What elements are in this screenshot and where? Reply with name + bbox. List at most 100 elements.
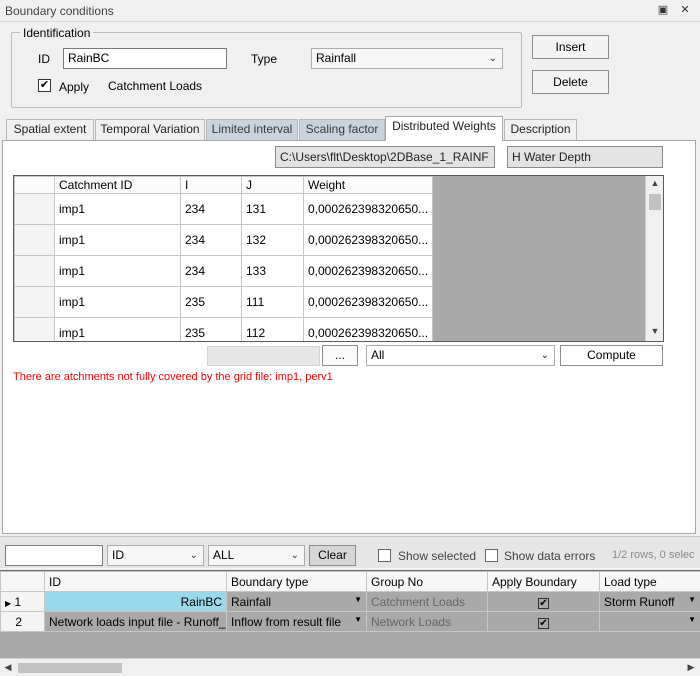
cell-j[interactable]: 131 — [241, 193, 304, 225]
col-header-weight[interactable]: Weight — [303, 176, 433, 194]
row-header[interactable]: 2 — [0, 611, 45, 632]
col-header-boundary-type[interactable]: Boundary type — [226, 571, 367, 592]
table-row[interactable]: imp1 235 111 0,000262398320650... — [14, 286, 433, 318]
current-row-marker: ▶ — [5, 598, 12, 608]
tab-temporal-variation[interactable]: Temporal Variation — [95, 119, 205, 140]
filter-column-select[interactable]: ID ⌄ — [107, 545, 204, 566]
cell-i[interactable]: 235 — [180, 286, 242, 318]
cell-catchment-id[interactable]: imp1 — [54, 193, 181, 225]
row-number: 2 — [15, 614, 23, 629]
cell-i[interactable]: 234 — [180, 224, 242, 256]
col-header-id[interactable]: ID — [44, 571, 227, 592]
col-header-catchment-id[interactable]: Catchment ID — [54, 176, 181, 194]
cell-load-type[interactable]: Storm Runoff ▼ — [599, 591, 700, 612]
identification-legend: Identification — [20, 26, 94, 40]
show-data-errors-checkbox[interactable] — [485, 549, 498, 562]
cell-id[interactable]: Network loads input file - Runoff_1 — [44, 611, 227, 632]
table-row[interactable]: imp1 234 131 0,000262398320650... — [14, 193, 433, 225]
title-bar: Boundary conditions ▣ ✕ — [0, 0, 700, 22]
compute-button[interactable]: Compute — [560, 345, 663, 366]
cell-load-type[interactable]: ▼ — [599, 611, 700, 632]
cell-apply-boundary[interactable]: ✔ — [487, 611, 600, 632]
row-header[interactable] — [14, 286, 55, 318]
weights-scroll-thumb[interactable] — [649, 194, 661, 210]
tab-distributed-weights[interactable]: Distributed Weights — [385, 116, 503, 141]
cell-j[interactable]: 112 — [241, 317, 304, 341]
cell-id[interactable]: RainBC — [44, 591, 227, 612]
apply-checkbox[interactable]: ✔ — [38, 79, 51, 92]
tab-description[interactable]: Description — [504, 119, 577, 140]
table-row[interactable]: ▶ 1 RainBC Rainfall ▼ Catchment Loads ✔ S… — [0, 591, 700, 612]
table-row[interactable]: imp1 234 133 0,000262398320650... — [14, 255, 433, 287]
scroll-left-icon[interactable]: ◀ — [3, 662, 13, 673]
clear-button[interactable]: Clear — [309, 545, 356, 566]
col-header-group-no[interactable]: Group No — [366, 571, 488, 592]
cell-j[interactable]: 133 — [241, 255, 304, 287]
weights-vertical-scrollbar[interactable]: ▲ ▼ — [645, 176, 663, 341]
chevron-down-icon: ⌄ — [189, 550, 198, 561]
col-header-apply-boundary[interactable]: Apply Boundary — [487, 571, 600, 592]
cell-catchment-id[interactable]: imp1 — [54, 224, 181, 256]
cell-boundary-type[interactable]: Rainfall ▼ — [226, 591, 367, 612]
cell-weight[interactable]: 0,000262398320650... — [303, 317, 433, 341]
row-header[interactable] — [14, 224, 55, 256]
cell-catchment-id[interactable]: imp1 — [54, 255, 181, 287]
cell-boundary-type[interactable]: Inflow from result file ▼ — [226, 611, 367, 632]
col-header-j[interactable]: J — [241, 176, 304, 194]
id-label: ID — [38, 52, 50, 66]
catchment-filter-value: All — [371, 348, 385, 362]
table-row[interactable]: imp1 235 112 0,000262398320650... — [14, 317, 433, 341]
col-header-i[interactable]: I — [180, 176, 242, 194]
boundary-scroll-thumb[interactable] — [18, 663, 122, 673]
catchment-loads-label: Catchment Loads — [108, 79, 203, 93]
catchment-filter-select[interactable]: All ⌄ — [366, 345, 555, 366]
delete-button[interactable]: Delete — [532, 70, 609, 94]
cell-i[interactable]: 235 — [180, 317, 242, 341]
row-count-status: 1/2 rows, 0 selec — [612, 549, 695, 561]
cell-apply-boundary[interactable]: ✔ — [487, 591, 600, 612]
scroll-down-icon[interactable]: ▼ — [646, 326, 663, 336]
show-selected-checkbox[interactable] — [378, 549, 391, 562]
cell-weight[interactable]: 0,000262398320650... — [303, 224, 433, 256]
scroll-right-icon[interactable]: ▶ — [686, 662, 696, 673]
insert-button[interactable]: Insert — [532, 35, 609, 59]
browse-button[interactable]: ... — [322, 345, 358, 366]
type-select[interactable]: Rainfall ⌄ — [311, 48, 503, 69]
table-row[interactable]: 2 Network loads input file - Runoff_1 In… — [0, 611, 700, 632]
row-header[interactable] — [14, 255, 55, 287]
filter-text-input[interactable] — [5, 545, 103, 566]
tab-spatial-extent[interactable]: Spatial extent — [6, 119, 94, 140]
cell-group-no[interactable]: Network Loads — [366, 611, 488, 632]
cell-catchment-id[interactable]: imp1 — [54, 286, 181, 318]
tab-limited-interval[interactable]: Limited interval — [206, 119, 298, 140]
weights-grid: Catchment ID I J Weight imp1 234 131 0,0… — [13, 175, 664, 342]
cell-group-no[interactable]: Catchment Loads — [366, 591, 488, 612]
cell-i[interactable]: 234 — [180, 255, 242, 287]
table-row[interactable]: imp1 234 132 0,000262398320650... — [14, 224, 433, 256]
tab-scaling-factor[interactable]: Scaling factor — [299, 119, 385, 140]
cell-weight[interactable]: 0,000262398320650... — [303, 193, 433, 225]
chevron-down-icon: ⌄ — [290, 550, 299, 561]
cell-catchment-id[interactable]: imp1 — [54, 317, 181, 341]
weights-header-row: Catchment ID I J Weight — [14, 176, 433, 194]
chevron-down-icon: ▼ — [688, 595, 696, 604]
row-header[interactable] — [14, 193, 55, 225]
scroll-up-icon[interactable]: ▲ — [646, 178, 663, 188]
grid-file-path: C:\Users\flt\Desktop\2DBase_1_RAINF — [275, 146, 495, 168]
apply-boundary-checkbox[interactable]: ✔ — [538, 597, 549, 609]
cell-i[interactable]: 234 — [180, 193, 242, 225]
close-icon[interactable]: ✕ — [678, 3, 692, 17]
restore-icon[interactable]: ▣ — [656, 3, 670, 17]
id-input[interactable]: RainBC — [63, 48, 227, 69]
row-header[interactable]: ▶ 1 — [0, 591, 45, 612]
filter-scope-select[interactable]: ALL ⌄ — [208, 545, 305, 566]
cell-weight[interactable]: 0,000262398320650... — [303, 255, 433, 287]
cell-weight[interactable]: 0,000262398320650... — [303, 286, 433, 318]
col-header-load-type[interactable]: Load type — [599, 571, 700, 592]
cell-j[interactable]: 111 — [241, 286, 304, 318]
row-header[interactable] — [14, 317, 55, 341]
apply-boundary-checkbox[interactable]: ✔ — [538, 617, 549, 629]
cell-j[interactable]: 132 — [241, 224, 304, 256]
boundary-horizontal-scrollbar[interactable]: ◀ ▶ — [0, 658, 700, 676]
cell-boundary-type-value: Inflow from result file — [231, 614, 342, 629]
